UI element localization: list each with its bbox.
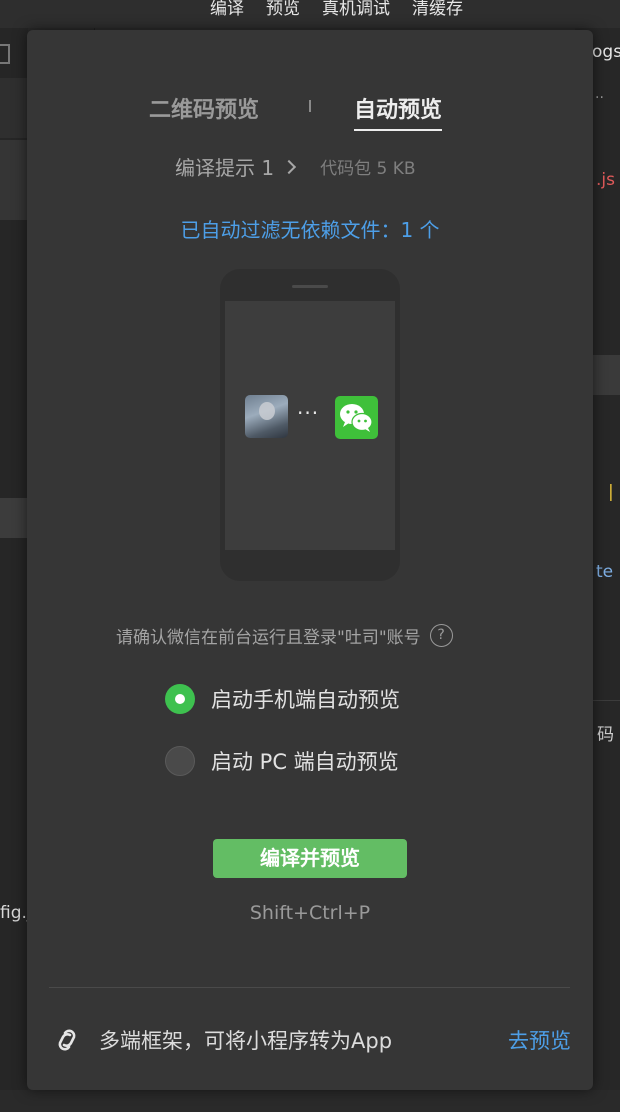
menu-compile[interactable]: 编译 [210, 0, 244, 19]
tab-separator [309, 100, 311, 112]
footer-divider [49, 987, 570, 988]
option-mobile-label: 启动手机端自动预览 [211, 688, 400, 712]
ide-status-bar [0, 1090, 620, 1112]
help-icon[interactable]: ? [429, 624, 453, 647]
panel-tab-snippet: 码 [597, 725, 614, 745]
option-mobile-auto-preview[interactable]: 启动手机端自动预览 [165, 684, 400, 714]
editor-tab-snippet: ogs [592, 42, 620, 62]
go-preview-link[interactable]: 去预览 [508, 1025, 571, 1055]
confirm-text: 请确认微信在前台运行且登录"吐司"账号 [116, 628, 421, 648]
code-snippet-cursor: | [608, 482, 614, 502]
ide-menu: 编译 预览 真机调试 清缓存 [210, 0, 463, 19]
activity-item-active[interactable] [0, 498, 28, 538]
tab-qr-preview[interactable]: 二维码预览 [149, 92, 259, 124]
compile-hint-link[interactable]: 编译提示 1 [175, 152, 274, 181]
code-snippet-js: .js [596, 170, 615, 190]
login-confirm-notice: 请确认微信在前台运行且登录"吐司"账号 ? [116, 623, 453, 648]
activity-item[interactable] [0, 78, 28, 138]
compile-and-preview-button[interactable]: 编译并预览 [213, 839, 407, 878]
user-avatar [245, 395, 288, 438]
connection-dots-icon: ··· [297, 401, 320, 425]
ide-activity-bar [0, 28, 28, 1112]
chevron-right-icon[interactable] [282, 159, 297, 174]
option-pc-label: 启动 PC 端自动预览 [211, 750, 399, 774]
editor-ellipsis: .. [595, 86, 604, 102]
radio-checked-icon[interactable] [165, 684, 195, 714]
ide-toolbar: 编译 预览 真机调试 清缓存 [0, 0, 620, 28]
phone-illustration: ··· [220, 269, 400, 581]
menu-preview[interactable]: 预览 [266, 0, 300, 19]
filtered-files-link[interactable]: 已自动过滤无依赖文件：1 个 [27, 214, 593, 243]
code-snippet-te: te [596, 562, 614, 582]
activity-item[interactable] [0, 140, 28, 220]
preview-tabs: 二维码预览 自动预览 [27, 92, 593, 132]
link-icon [58, 1029, 76, 1051]
phone-speaker [292, 285, 328, 288]
menu-remote-debug[interactable]: 真机调试 [322, 0, 390, 19]
package-size: 代码包 5 KB [320, 159, 416, 179]
layout-icon [0, 44, 10, 64]
keyboard-shortcut: Shift+Ctrl+P [249, 902, 371, 924]
menu-clear-cache[interactable]: 清缓存 [412, 0, 463, 19]
tab-auto-preview[interactable]: 自动预览 [354, 92, 443, 131]
banner-text: 多端框架，可将小程序转为App [99, 1029, 393, 1053]
phone-screen: ··· [225, 301, 395, 550]
compile-info-row: 编译提示 1 代码包 5 KB [175, 152, 416, 181]
preview-popup: 二维码预览 自动预览 编译提示 1 代码包 5 KB 已自动过滤无依赖文件：1 … [27, 30, 593, 1090]
wechat-logo-icon [335, 396, 378, 439]
radio-unchecked-icon[interactable] [165, 746, 195, 776]
option-pc-auto-preview[interactable]: 启动 PC 端自动预览 [165, 746, 399, 776]
multi-platform-banner: 多端框架，可将小程序转为App 去预览 [51, 1020, 571, 1060]
